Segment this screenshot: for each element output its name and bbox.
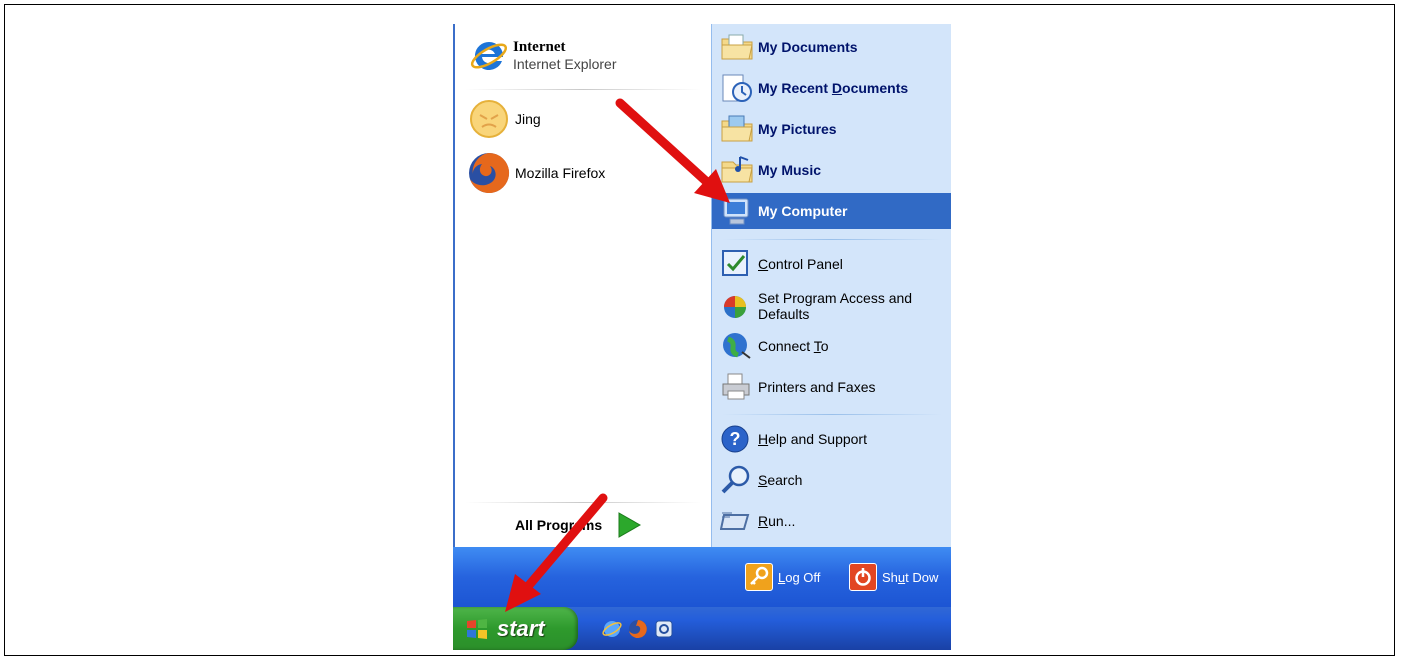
system-label: Connect To [758, 338, 829, 354]
place-label: My Documents [758, 39, 858, 55]
log-off-label: Log Off [778, 569, 821, 585]
system-printers-faxes[interactable]: Printers and Faxes [720, 370, 876, 404]
search-icon [720, 464, 754, 496]
place-my-pictures[interactable]: My Pictures [720, 112, 837, 146]
pinned-title: Internet [513, 39, 566, 55]
system-set-program-access[interactable]: Set Program Access and Defaults [720, 288, 912, 324]
internet-explorer-icon [469, 36, 509, 76]
folder-documents-icon [720, 31, 754, 63]
run[interactable]: Run... [719, 504, 796, 538]
quicklaunch-firefox-icon[interactable] [627, 618, 649, 640]
system-label-line2: Defaults [758, 306, 810, 322]
jing-icon [469, 99, 509, 139]
system-label: Set Program Access and [758, 290, 913, 306]
help-and-support[interactable]: ? Help and Support [720, 422, 867, 456]
globe-icon [720, 330, 754, 362]
quicklaunch-outlook-icon[interactable] [653, 618, 675, 640]
taskbar: start [453, 607, 951, 650]
right-separator [722, 414, 942, 415]
system-connect-to[interactable]: Connect To [720, 329, 829, 363]
folder-pictures-icon [720, 113, 754, 145]
recent-program-label: Jing [515, 111, 541, 127]
system-label: Printers and Faxes [758, 379, 876, 395]
program-access-icon [720, 290, 754, 322]
folder-music-icon [720, 154, 754, 186]
start-label: start [497, 615, 545, 641]
all-programs-label: All Programs [515, 517, 603, 533]
place-label: My Computer [758, 203, 848, 219]
green-arrow-icon [616, 511, 642, 539]
recent-program-firefox[interactable]: Mozilla Firefox [467, 151, 605, 195]
help-label: Help and Support [758, 431, 867, 447]
help-label: Run... [758, 513, 796, 529]
right-separator [722, 239, 942, 240]
recent-documents-icon [720, 72, 754, 104]
place-my-computer[interactable]: My Computer [712, 193, 951, 229]
firefox-icon [467, 151, 511, 195]
power-icon [849, 563, 877, 591]
place-label: My Pictures [758, 121, 837, 137]
system-control-panel[interactable]: Control Panel [720, 247, 843, 281]
pinned-internet-explorer[interactable]: Internet Internet Explorer [469, 36, 617, 76]
search[interactable]: Search [720, 463, 802, 497]
left-separator [465, 89, 701, 90]
control-panel-icon [720, 248, 754, 280]
start-menu-left-pane: Internet Internet Explorer Jing Mozilla … [453, 24, 711, 547]
pinned-subtitle: Internet Explorer [513, 56, 617, 72]
help-icon: ? [720, 423, 754, 455]
recent-program-jing[interactable]: Jing [469, 99, 541, 139]
shut-down-label: Shut Dow [882, 569, 939, 585]
place-label: My Recent Documents [758, 80, 909, 96]
key-icon [745, 563, 773, 591]
computer-icon [720, 195, 754, 227]
log-off-button[interactable]: Log Off [745, 562, 820, 592]
shut-down-button[interactable]: Shut Dow [849, 562, 938, 592]
windows-logo-icon [465, 618, 489, 640]
start-menu-footer: Log Off Shut Dow [453, 547, 951, 607]
all-programs-button[interactable]: All Programs [515, 510, 642, 540]
system-label: Control Panel [758, 256, 843, 272]
recent-program-label: Mozilla Firefox [515, 165, 606, 181]
start-menu: Internet Internet Explorer Jing Mozilla … [453, 24, 951, 650]
start-button[interactable]: start [453, 607, 578, 650]
quicklaunch-ie-icon[interactable] [601, 618, 623, 640]
run-icon [719, 505, 754, 537]
place-my-recent-documents[interactable]: My Recent Documents [720, 71, 908, 105]
help-label: Search [758, 472, 803, 488]
place-label: My Music [758, 162, 822, 178]
left-bottom-separator [465, 502, 701, 503]
start-menu-right-pane: My Documents My Recent Documents My Pict… [711, 24, 951, 547]
printer-icon [720, 371, 754, 403]
place-my-documents[interactable]: My Documents [720, 30, 858, 64]
place-my-music[interactable]: My Music [720, 153, 821, 187]
svg-text:?: ? [730, 429, 741, 449]
